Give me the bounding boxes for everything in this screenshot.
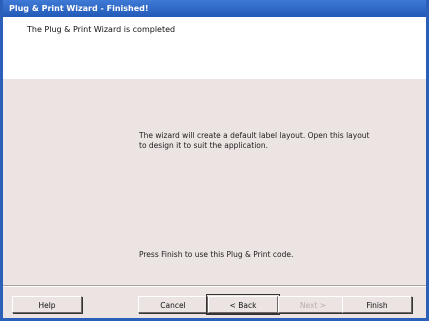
wizard-header: The Plug & Print Wizard is completed <box>3 17 426 79</box>
wizard-content: The wizard will create a default label l… <box>3 79 426 285</box>
window-title: Plug & Print Wizard - Finished! <box>9 4 149 13</box>
cancel-button[interactable]: Cancel <box>138 296 208 313</box>
finish-button[interactable]: Finish <box>342 296 412 313</box>
next-button[interactable]: Next > <box>278 296 348 313</box>
finish-hint: Press Finish to use this Plug & Print co… <box>139 250 294 259</box>
info-message: The wizard will create a default label l… <box>139 131 370 150</box>
help-button[interactable]: Help <box>12 296 82 313</box>
back-button[interactable]: < Back <box>206 294 280 315</box>
header-text: The Plug & Print Wizard is completed <box>27 25 176 34</box>
title-bar: Plug & Print Wizard - Finished! <box>3 0 426 17</box>
wizard-footer: Help Cancel < Back Next > Finish <box>3 287 426 318</box>
wizard-window: Plug & Print Wizard - Finished! The Plug… <box>0 0 429 321</box>
